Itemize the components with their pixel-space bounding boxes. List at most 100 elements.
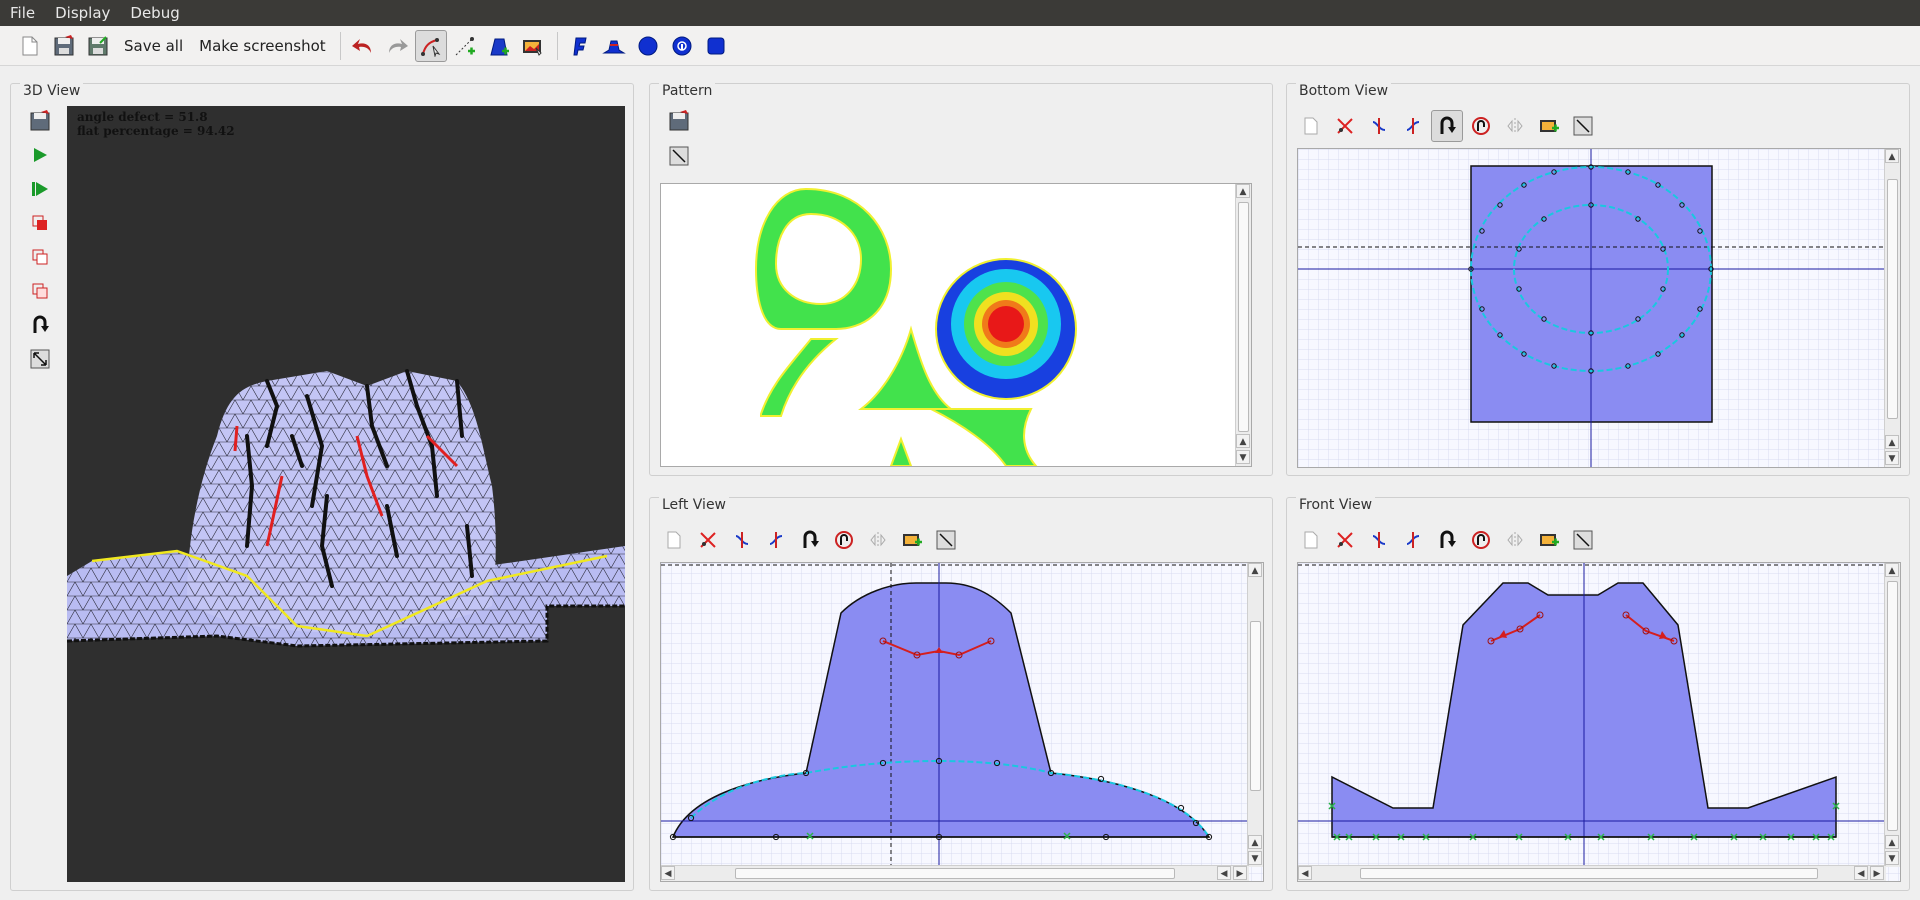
new-file-icon[interactable] xyxy=(1295,524,1327,556)
scroll-left-arrow[interactable]: ◀ xyxy=(1298,866,1312,880)
menu-debug[interactable]: Debug xyxy=(120,0,189,26)
bottom-view-canvas[interactable]: ▲ ▲ ▼ xyxy=(1297,148,1901,468)
scroll-up-arrow[interactable]: ▲ xyxy=(1885,835,1899,849)
scroll-up-arrow[interactable]: ▲ xyxy=(1236,434,1250,448)
resize-icon[interactable] xyxy=(664,141,694,171)
mirror-alt-icon[interactable] xyxy=(760,524,792,556)
flip-arrow-icon[interactable] xyxy=(794,524,826,556)
new-file-icon[interactable] xyxy=(658,524,690,556)
flip-arrow-icon[interactable] xyxy=(1431,524,1463,556)
step-play-icon[interactable] xyxy=(25,174,55,204)
front-view-horizontal-scrollbar[interactable]: ◀ ◀ ▶ xyxy=(1298,865,1886,881)
hat-icon[interactable] xyxy=(598,30,630,62)
resize-icon[interactable] xyxy=(1567,524,1599,556)
panel-title: Bottom View xyxy=(1296,83,1392,99)
scroll-thumb[interactable] xyxy=(735,868,1175,879)
pattern-vertical-scrollbar[interactable]: ▲ ▲ ▼ xyxy=(1235,184,1251,466)
cube-red-icon[interactable] xyxy=(25,208,55,238)
play-icon[interactable] xyxy=(25,140,55,170)
resize-icon[interactable] xyxy=(25,344,55,374)
screenshot-icon[interactable] xyxy=(1533,110,1565,142)
mirror-icon[interactable] xyxy=(1363,110,1395,142)
panel-title: Left View xyxy=(659,497,730,513)
flip-arrow-icon[interactable] xyxy=(1431,110,1463,142)
scroll-down-arrow[interactable]: ▼ xyxy=(1248,851,1262,865)
scroll-up-arrow[interactable]: ▲ xyxy=(1248,563,1262,577)
new-file-icon[interactable] xyxy=(1295,110,1327,142)
left-view-canvas[interactable]: ▲ ▲ ▼ ◀ ◀ ▶ xyxy=(660,562,1264,882)
resize-icon[interactable] xyxy=(930,524,962,556)
screenshot-icon[interactable] xyxy=(896,524,928,556)
circle-icon[interactable] xyxy=(632,30,664,62)
bottom-view-drawing xyxy=(1298,149,1900,467)
undo-icon[interactable] xyxy=(347,30,379,62)
mirror-alt-icon[interactable] xyxy=(1397,110,1429,142)
3d-viewport[interactable]: angle defect = 51.8 flat percentage = 94… xyxy=(67,106,625,882)
main-toolbar: Save all Make screenshot xyxy=(0,26,1920,66)
bottom-view-vertical-scrollbar[interactable]: ▲ ▲ ▼ xyxy=(1884,149,1900,467)
cube-half-icon[interactable] xyxy=(25,276,55,306)
left-view-horizontal-scrollbar[interactable]: ◀ ◀ ▶ xyxy=(661,865,1249,881)
symmetry-icon[interactable] xyxy=(1499,110,1531,142)
scroll-thumb[interactable] xyxy=(1887,581,1898,831)
scroll-up-arrow[interactable]: ▲ xyxy=(1885,435,1899,449)
scroll-thumb[interactable] xyxy=(1250,621,1261,791)
no-flip-icon[interactable] xyxy=(828,524,860,556)
symmetry-icon[interactable] xyxy=(1499,524,1531,556)
flag-icon[interactable] xyxy=(564,30,596,62)
save-all-button[interactable]: Save all xyxy=(116,30,191,62)
new-file-icon[interactable] xyxy=(14,30,46,62)
add-point-icon[interactable] xyxy=(449,30,481,62)
select-curve-icon[interactable] xyxy=(414,29,447,62)
delete-curve-icon[interactable] xyxy=(692,524,724,556)
front-view-canvas[interactable]: ▲ ▲ ▼ ◀ ◀ ▶ xyxy=(1297,562,1901,882)
save-icon[interactable] xyxy=(25,106,55,136)
save-icon[interactable] xyxy=(664,106,694,136)
scroll-right-arrow[interactable]: ▶ xyxy=(1233,866,1247,880)
no-flip-icon[interactable] xyxy=(1465,524,1497,556)
scroll-up-arrow[interactable]: ▲ xyxy=(1885,149,1899,163)
flip-arrow-icon[interactable] xyxy=(25,310,55,340)
screenshot-icon[interactable] xyxy=(1533,524,1565,556)
3d-view-tools xyxy=(25,106,65,378)
scroll-down-arrow[interactable]: ▼ xyxy=(1885,451,1899,465)
redo-icon[interactable] xyxy=(381,30,413,62)
mirror-icon[interactable] xyxy=(726,524,758,556)
circle-lock-icon[interactable] xyxy=(666,30,698,62)
menu-file[interactable]: File xyxy=(0,0,45,26)
scroll-up-arrow[interactable]: ▲ xyxy=(1885,563,1899,577)
symmetry-icon[interactable] xyxy=(862,524,894,556)
scroll-up-arrow[interactable]: ▲ xyxy=(1248,835,1262,849)
cube-outline-icon[interactable] xyxy=(25,242,55,272)
front-view-vertical-scrollbar[interactable]: ▲ ▲ ▼ xyxy=(1884,563,1900,867)
delete-curve-icon[interactable] xyxy=(1329,524,1361,556)
scroll-left-arrow[interactable]: ◀ xyxy=(1854,866,1868,880)
bottom-view-toolbar xyxy=(1295,108,1601,144)
scroll-thumb[interactable] xyxy=(1887,179,1898,419)
scroll-up-arrow[interactable]: ▲ xyxy=(1236,184,1250,198)
mirror-alt-icon[interactable] xyxy=(1397,524,1429,556)
mirror-icon[interactable] xyxy=(1363,524,1395,556)
left-view-vertical-scrollbar[interactable]: ▲ ▲ ▼ xyxy=(1247,563,1263,867)
resize-icon[interactable] xyxy=(1567,110,1599,142)
toolbar-separator xyxy=(339,31,341,60)
save-as-icon[interactable] xyxy=(82,30,114,62)
scroll-down-arrow[interactable]: ▼ xyxy=(1885,851,1899,865)
menu-display[interactable]: Display xyxy=(45,0,120,26)
panel-front-view: Front View ▲ ▲ ▼ ◀ ◀ ▶ xyxy=(1286,497,1910,891)
scroll-left-arrow[interactable]: ◀ xyxy=(661,866,675,880)
menu-bar: File Display Debug xyxy=(0,0,1920,26)
make-screenshot-button[interactable]: Make screenshot xyxy=(191,30,334,62)
scroll-down-arrow[interactable]: ▼ xyxy=(1236,450,1250,464)
scroll-thumb[interactable] xyxy=(1238,202,1249,432)
delete-curve-icon[interactable] xyxy=(1329,110,1361,142)
add-shape-icon[interactable] xyxy=(483,30,515,62)
scroll-thumb[interactable] xyxy=(1360,868,1818,879)
screenshot-icon[interactable] xyxy=(517,30,549,62)
pattern-canvas[interactable]: ▲ ▲ ▼ xyxy=(660,183,1252,467)
square-icon[interactable] xyxy=(700,30,732,62)
scroll-right-arrow[interactable]: ▶ xyxy=(1870,866,1884,880)
save-icon[interactable] xyxy=(48,30,80,62)
no-flip-icon[interactable] xyxy=(1465,110,1497,142)
scroll-left-arrow[interactable]: ◀ xyxy=(1217,866,1231,880)
